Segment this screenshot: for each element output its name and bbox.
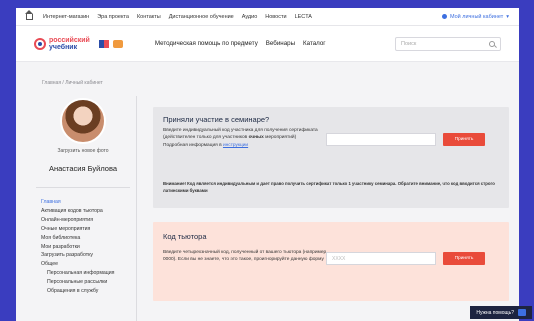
- user-icon: [441, 14, 447, 19]
- sidebar-item-personal-info[interactable]: Персональная информация: [41, 269, 136, 278]
- utility-link[interactable]: LECTA: [295, 14, 312, 20]
- main-header: российский учебник Методическая помощь п…: [16, 26, 519, 62]
- top-utility-bar: Интернет-магазин Эра проекта Контакты Ди…: [16, 8, 519, 26]
- search-placeholder: Поиск: [401, 40, 417, 47]
- logo-mark-icon: [34, 37, 46, 50]
- tutor-description: Введите четырехзначный код, полученный о…: [163, 250, 328, 263]
- sidebar-menu: Главная Активация кодов тьютора Онлайн-м…: [30, 198, 136, 296]
- nav-item-methodical-help[interactable]: Методическая помощь по предмету: [155, 40, 258, 47]
- seminar-accept-button[interactable]: Принять: [443, 133, 485, 146]
- tutor-code-input[interactable]: XXXX: [326, 252, 436, 265]
- divider: [36, 187, 130, 188]
- chevron-down-icon: ▾: [506, 13, 509, 20]
- utility-link[interactable]: Аудио: [242, 14, 258, 20]
- seminar-info-text: Подробная информация в: [163, 142, 222, 148]
- search-input[interactable]: Поиск: [395, 36, 501, 51]
- seminar-notice: Внимание! Код является индивидуальным и …: [163, 181, 495, 193]
- sidebar-item-library[interactable]: Моя библиотека: [41, 234, 136, 243]
- partner-logo-icon: [112, 39, 123, 48]
- utility-link[interactable]: Интернет-магазин: [43, 14, 89, 20]
- tutor-title: Код тьютора: [163, 232, 207, 241]
- nav-item-catalog[interactable]: Каталог: [303, 40, 326, 47]
- logo-line2: учебник: [49, 43, 78, 51]
- nav-item-webinars[interactable]: Вебинары: [266, 40, 295, 47]
- seminar-title: Приняли участие в семинаре?: [163, 115, 270, 124]
- breadcrumb[interactable]: Главная / Личный кабинет: [42, 80, 103, 86]
- search-icon[interactable]: [489, 40, 495, 47]
- utility-link[interactable]: Контакты: [137, 14, 161, 20]
- account-label: Мой личный кабинет: [449, 13, 504, 20]
- seminar-description: Введите индивидуальный код участника для…: [163, 127, 333, 149]
- sidebar-item-my-works[interactable]: Мои разработки: [41, 243, 136, 252]
- sidebar-item-mailings[interactable]: Персональные рассылки: [41, 278, 136, 287]
- utility-link[interactable]: Эра проекта: [97, 14, 129, 20]
- profile-sidebar: Загрузить новое фото Анастасия Буйлова Г…: [30, 96, 137, 321]
- tutor-accept-button[interactable]: Принять: [443, 252, 485, 265]
- user-name: Анастасия Буйлова: [48, 164, 118, 173]
- sidebar-item-general[interactable]: Общее: [41, 260, 136, 269]
- partner-logo-icon: [98, 39, 109, 48]
- utility-link[interactable]: Новости: [265, 14, 286, 20]
- help-button[interactable]: Нужна помощь?: [470, 306, 532, 319]
- instructions-link[interactable]: инструкции: [223, 143, 248, 148]
- seminar-code-input[interactable]: [326, 133, 436, 146]
- sidebar-item-home[interactable]: Главная: [41, 198, 136, 207]
- site-logo[interactable]: российский учебник: [34, 37, 123, 51]
- account-menu[interactable]: Мой личный кабинет ▾: [441, 13, 509, 20]
- logo-text: российский учебник: [49, 37, 90, 51]
- partner-logos: [98, 39, 123, 48]
- home-icon[interactable]: [25, 9, 33, 20]
- main-nav: Методическая помощь по предмету Вебинары…: [155, 40, 326, 47]
- sidebar-item-support[interactable]: Обращения в службу: [41, 287, 136, 296]
- sidebar-item-upload-work[interactable]: Загрузить разработку: [41, 251, 136, 260]
- seminar-code-panel: Приняли участие в семинаре? Введите инди…: [153, 107, 509, 208]
- avatar[interactable]: [60, 98, 106, 144]
- help-label: Нужна помощь?: [476, 309, 514, 316]
- chat-icon: [518, 309, 526, 316]
- utility-link[interactable]: Дистанционное обучение: [169, 14, 234, 20]
- tutor-code-panel: Код тьютора Введите четырехзначный код, …: [153, 222, 509, 301]
- page-frame: Интернет-магазин Эра проекта Контакты Ди…: [16, 8, 519, 321]
- sidebar-item-offline-events[interactable]: Очные мероприятия: [41, 225, 136, 234]
- sidebar-item-online-events[interactable]: Онлайн-мероприятия: [41, 216, 136, 225]
- utility-links: Интернет-магазин Эра проекта Контакты Ди…: [25, 9, 312, 20]
- seminar-text-end: мероприятий): [265, 135, 297, 141]
- seminar-text-bold: очных: [248, 135, 264, 141]
- logo-line1: российский: [49, 36, 90, 44]
- sidebar-item-tutor-codes[interactable]: Активация кодов тьютора: [41, 207, 136, 216]
- upload-photo-link[interactable]: Загрузить новое фото: [30, 148, 136, 154]
